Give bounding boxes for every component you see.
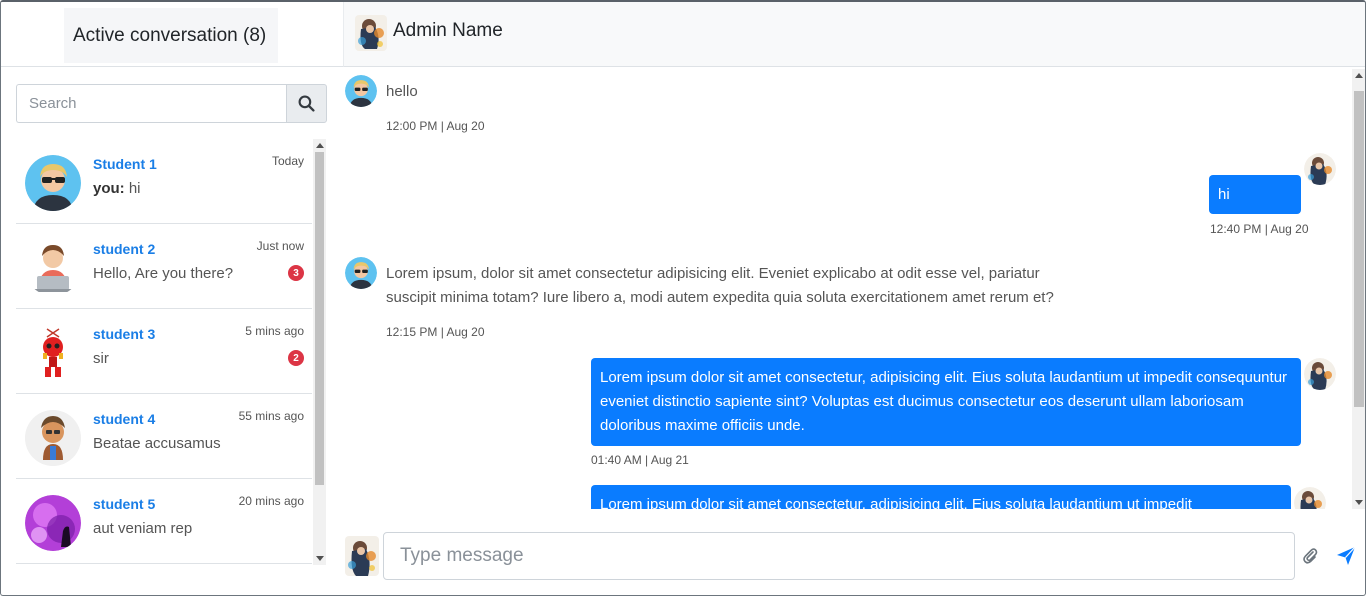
student-avatar [345,75,377,107]
message-thread-scrollbar[interactable] [1352,69,1365,509]
conversation-name: student 5 [93,496,156,512]
conversation-preview: sir [93,350,109,367]
search-icon [298,95,315,112]
active-conversation-title: Active conversation (8) [64,8,278,63]
admin-name: Admin Name [393,20,503,41]
chat-app-window: Active conversation (8) Admin Name Searc… [0,0,1366,596]
paperclip-icon [1303,548,1318,564]
search-button[interactable] [286,84,327,123]
chat-header: Admin Name [343,2,1365,67]
conversation-list: Student 1 Today you: hi student 2 Just n… [16,139,312,565]
conversation-item[interactable]: student 4 55 mins ago Beatae accusamus [16,394,312,479]
conversation-time: 20 mins ago [238,494,304,508]
conversation-preview: aut veniam rep [93,520,193,537]
message-text: Lorem ipsum, dolor sit amet consectetur … [386,265,1054,306]
conversation-list-scrollbar[interactable] [313,139,326,565]
scroll-up-arrow-icon[interactable] [1355,73,1363,78]
composer-admin-avatar [345,536,379,576]
conversation-time: Just now [256,239,304,253]
conversation-preview: Hello, Are you there? [93,265,234,282]
message-time: 01:40 AM | Aug 21 [591,453,689,467]
cartoon-man-avatar [25,410,81,466]
message-input[interactable] [383,532,1295,580]
conversation-item[interactable]: student 5 20 mins ago aut veniam rep [16,479,312,564]
sunglasses-user-avatar [25,155,81,211]
conversation-name: Student 1 [93,156,157,172]
laptop-user-avatar [25,240,81,296]
message-bubble: Lorem ipsum dolor sit amet consectetur, … [591,485,1291,509]
sender-prefix: you: [93,180,125,197]
scroll-down-arrow-icon[interactable] [316,556,324,561]
admin-message-avatar [1304,358,1336,390]
message-time: 12:00 PM | Aug 20 [386,119,485,133]
send-icon [1337,546,1356,565]
unread-badge: 2 [288,350,304,366]
scrollbar-thumb[interactable] [315,152,324,485]
student-avatar [345,257,377,289]
admin-avatar [355,15,387,51]
conversation-preview: Beatae accusamus [93,435,221,452]
conversations-header: Active conversation (8) [1,2,343,67]
unread-badge: 3 [288,265,304,281]
conversation-time: Today [271,154,304,168]
conversation-item[interactable]: Student 1 Today you: hi [16,139,312,224]
message-thread: hello 12:00 PM | Aug 20 hi 12:40 PM | Au… [331,69,1351,509]
message-text: hello [386,83,418,100]
conversation-item[interactable]: student 3 5 mins ago sir 2 [16,309,312,394]
message-time: 12:15 PM | Aug 20 [386,325,485,339]
conversation-name: student 2 [93,241,156,257]
admin-message-avatar [1304,153,1336,185]
send-button[interactable] [1335,545,1357,567]
message-time: 12:40 PM | Aug 20 [1210,222,1309,236]
conversation-name: student 3 [93,326,156,342]
scrollbar-thumb[interactable] [1354,91,1364,407]
preview-text: hi [124,180,141,197]
scroll-up-arrow-icon[interactable] [316,143,324,148]
conversation-time: 55 mins ago [238,409,304,423]
conversation-time: 5 mins ago [245,324,304,338]
message-bubble: Lorem ipsum dolor sit amet consectetur, … [591,358,1301,446]
search-bar [16,84,327,123]
conversation-name: student 4 [93,411,156,427]
conversation-preview: you: hi [93,180,141,197]
message-bubble: hi [1209,175,1301,214]
purple-art-avatar [25,495,81,551]
attach-button[interactable] [1300,545,1320,567]
conversation-item[interactable]: student 2 Just now Hello, Are you there?… [16,224,312,309]
scroll-down-arrow-icon[interactable] [1355,500,1363,505]
admin-message-avatar [1294,487,1326,509]
search-input[interactable] [16,84,286,123]
robot-avatar [25,325,81,381]
